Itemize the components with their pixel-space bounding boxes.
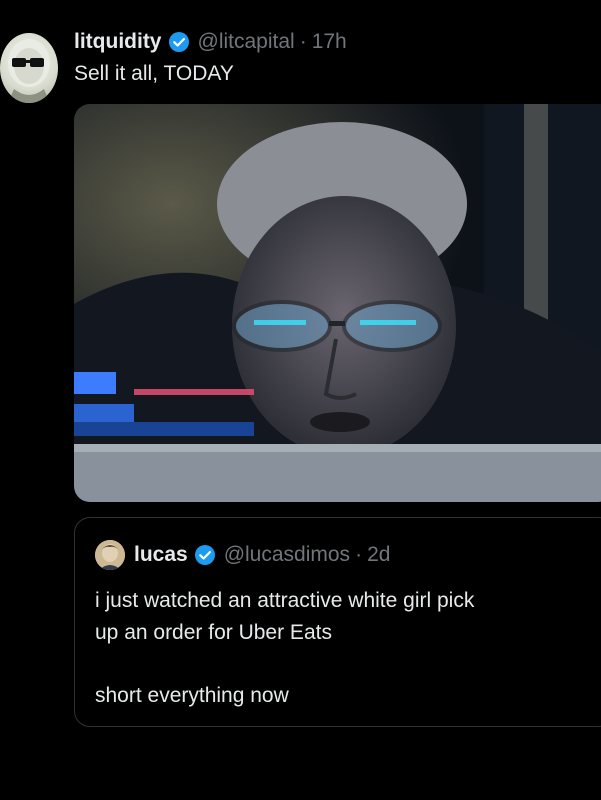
author-handle[interactable]: @litcapital <box>198 30 295 54</box>
quoted-tweet-line: i just watched an attractive white girl … <box>95 589 475 612</box>
quoted-author-name[interactable]: lucas <box>134 543 188 567</box>
quoted-tweet-timestamp[interactable]: 2d <box>367 543 390 567</box>
quoted-author-avatar[interactable] <box>95 540 125 570</box>
author-name[interactable]: litquidity <box>74 30 162 54</box>
verified-badge-icon <box>168 31 190 53</box>
quoted-tweet-header: lucas @lucasdimos · 2d <box>95 540 390 570</box>
tweet-image[interactable] <box>74 104 601 502</box>
quoted-tweet-line: up an order for Uber Eats <box>95 621 332 644</box>
separator-dot: · <box>299 30 307 53</box>
tweet-text: Sell it all, TODAY <box>74 62 234 85</box>
photo-man-at-monitor <box>74 104 601 502</box>
quoted-author-handle[interactable]: @lucasdimos <box>224 543 350 567</box>
verified-badge-icon <box>194 544 216 566</box>
quoted-tweet-text: i just watched an attractive white girl … <box>95 585 585 712</box>
separator-dot: · <box>355 543 363 566</box>
avatar-image <box>8 39 50 103</box>
author-avatar[interactable] <box>0 33 58 103</box>
quoted-tweet-line: short everything now <box>95 684 289 707</box>
tweet-header: litquidity @litcapital · 17h <box>74 27 347 57</box>
tweet-timestamp[interactable]: 17h <box>312 30 347 54</box>
paragraph-break <box>95 649 585 680</box>
quoted-tweet[interactable]: lucas @lucasdimos · 2d i just watched an… <box>74 517 601 727</box>
